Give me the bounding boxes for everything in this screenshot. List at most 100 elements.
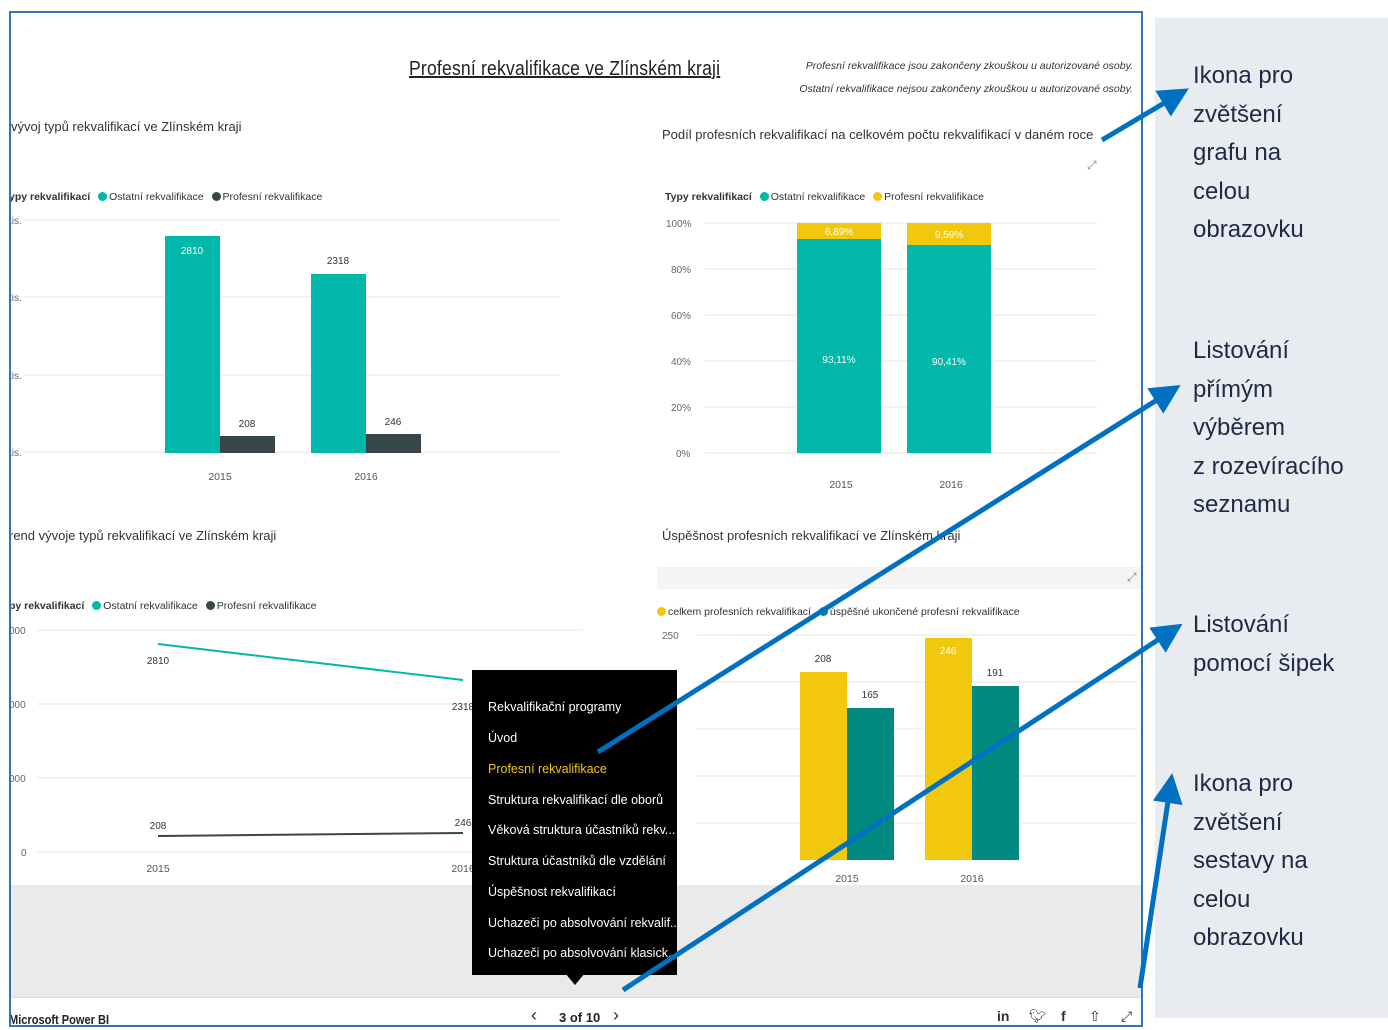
brand-label[interactable]: Microsoft Power BI bbox=[11, 1012, 109, 1025]
x-tick: 2015 bbox=[208, 471, 232, 483]
legend-bottom-right: celkem profesních rekvalifikací úspěšné … bbox=[657, 606, 1020, 618]
legend-dot-teal bbox=[98, 192, 108, 201]
footer-bar: Microsoft Power BI ‹ 3 of 10 › in 🐦︎ f ⇧… bbox=[11, 997, 1141, 1025]
legend-top-left: ypy rekvalifikací Ostatní rekvalifikace … bbox=[9, 191, 323, 203]
bar-uspesne-2015[interactable] bbox=[847, 708, 894, 860]
menu-item-page[interactable]: Uchazeči po absolvování klasick... bbox=[488, 946, 678, 960]
chevron-left-icon[interactable]: ‹ bbox=[531, 1005, 537, 1025]
focus-mode-icon[interactable]: ⤢ bbox=[1127, 570, 1137, 585]
legend-label: Ostatní rekvalifikace bbox=[109, 191, 204, 203]
chart-top-left[interactable]: tis. tis. tis. tis. 2810 2318 208 246 20… bbox=[11, 208, 571, 498]
menu-item-page[interactable]: Uchazeči po absolvování rekvalif... bbox=[488, 916, 680, 930]
share-icon[interactable]: ⇧ bbox=[1089, 1008, 1101, 1025]
x-tick: 2016 bbox=[960, 873, 984, 885]
annotation-dropdown: Listování přímým výběrem z rozevíracího … bbox=[1193, 332, 1344, 525]
annotation-line: Listování bbox=[1193, 337, 1290, 364]
twitter-icon[interactable]: 🐦︎ bbox=[1029, 1008, 1047, 1025]
data-label: 6,89% bbox=[825, 227, 853, 238]
bar-profesni-2016[interactable] bbox=[366, 434, 421, 453]
annotation-line: seznamu bbox=[1193, 491, 1291, 518]
menu-item-page[interactable]: Rekvalifikační programy bbox=[488, 700, 621, 714]
fullscreen-icon[interactable]: ⤢ bbox=[1121, 1008, 1132, 1025]
y-tick: 0 bbox=[21, 848, 27, 859]
legend-dot-yellow bbox=[657, 607, 666, 616]
annotation-line: Ikona pro bbox=[1193, 62, 1294, 89]
x-tick: 2015 bbox=[146, 863, 170, 875]
legend-dot-dark bbox=[211, 192, 221, 201]
linkedin-icon[interactable]: in bbox=[997, 1008, 1009, 1024]
legend-label: Ostatní rekvalifikace bbox=[103, 600, 198, 612]
facebook-icon[interactable]: f bbox=[1061, 1008, 1066, 1024]
bar-ostatni-2016[interactable] bbox=[311, 274, 366, 453]
bar-ostatni-2015[interactable] bbox=[797, 239, 881, 453]
chart-title-bottom-right: Úspěšnost profesních rekvalifikací ve Zl… bbox=[662, 528, 961, 543]
chart-bottom-right[interactable]: 250 208 165 246 191 2015 2016 bbox=[657, 625, 1141, 887]
menu-caret bbox=[565, 973, 585, 985]
chart-top-right[interactable]: 100% 80% 60% 40% 20% 0% 6,89% 9,59% 93,1… bbox=[661, 213, 1111, 493]
legend-label: Profesní rekvalifikace bbox=[884, 191, 984, 203]
y-tick: 000 bbox=[11, 774, 26, 785]
annotation-line: přímým bbox=[1193, 375, 1273, 403]
legend-dot-teal bbox=[92, 601, 102, 610]
menu-item-page[interactable]: Úspěšnost rekvalifikací bbox=[488, 885, 616, 899]
y-tick: 40% bbox=[671, 357, 691, 368]
annotation-arrows: Listování pomocí šipek bbox=[1193, 606, 1334, 683]
line-profesni[interactable] bbox=[157, 832, 464, 837]
y-tick: 250 bbox=[662, 631, 679, 642]
annotation-line: sestavy na bbox=[1193, 847, 1308, 874]
annotation-line: obrazovku bbox=[1193, 216, 1304, 243]
annotation-line: Ikona pro bbox=[1193, 770, 1294, 797]
data-label: 208 bbox=[150, 821, 167, 832]
legend-title: ypy rekvalifikací bbox=[9, 191, 91, 203]
annotation-line: obrazovku bbox=[1193, 924, 1304, 951]
report-note-1: Profesní rekvalifikace jsou zakončeny zk… bbox=[805, 60, 1133, 72]
menu-item-page-active[interactable]: Profesní rekvalifikace bbox=[488, 762, 607, 776]
y-tick: tis. bbox=[11, 216, 22, 227]
data-label: 208 bbox=[239, 419, 256, 430]
annotation-line: Listování bbox=[1193, 611, 1290, 638]
bar-ostatni-2016[interactable] bbox=[907, 245, 991, 453]
y-tick: 0% bbox=[676, 449, 691, 460]
y-tick: tis. bbox=[11, 293, 22, 304]
bar-ostatni-2015[interactable] bbox=[165, 236, 220, 453]
page-indicator[interactable]: 3 of 10 bbox=[559, 1010, 600, 1025]
menu-item-page[interactable]: Úvod bbox=[488, 731, 517, 745]
bar-profesni-2015[interactable] bbox=[220, 436, 275, 453]
report-title: Profesní rekvalifikace ve Zlínském kraji bbox=[409, 58, 721, 80]
y-tick: 000 bbox=[11, 626, 26, 637]
legend-dot-dark bbox=[205, 601, 215, 610]
annotation-line: grafu na bbox=[1193, 139, 1282, 166]
x-tick: 2016 bbox=[354, 471, 378, 483]
legend-dot-teal bbox=[759, 192, 769, 201]
bar-celkem-2016[interactable] bbox=[925, 638, 972, 860]
chevron-right-icon[interactable]: › bbox=[613, 1005, 619, 1025]
data-label: 9,59% bbox=[935, 230, 963, 241]
chart-title-top-left: vývoj typů rekvalifikací ve Zlínském kra… bbox=[11, 119, 242, 134]
x-tick: 2016 bbox=[939, 479, 963, 491]
data-label: 246 bbox=[455, 818, 472, 829]
chart-title-bottom-left: rend vývoje typů rekvalifikací ve Zlínsk… bbox=[9, 528, 277, 543]
data-label: 2318 bbox=[327, 256, 350, 267]
menu-item-page[interactable]: Struktura účastníků dle vzdělání bbox=[488, 854, 666, 868]
legend-title: Typy rekvalifikací bbox=[665, 191, 752, 203]
menu-item-page[interactable]: Věková struktura účastníků rekv... bbox=[488, 823, 675, 837]
legend-label: úspěšné ukončené profesní rekvalifikace bbox=[829, 606, 1020, 618]
line-ostatni[interactable] bbox=[157, 643, 464, 681]
data-label: 191 bbox=[987, 668, 1004, 679]
legend-top-right: Typy rekvalifikací Ostatní rekvalifikace… bbox=[665, 191, 984, 203]
y-tick: 100% bbox=[666, 219, 692, 230]
focus-mode-icon[interactable]: ⤢ bbox=[1087, 158, 1097, 173]
x-tick: 2015 bbox=[829, 479, 853, 491]
legend-label: Profesní rekvalifikace bbox=[222, 191, 323, 203]
page-list-menu: Rekvalifikační programy Úvod Profesní re… bbox=[472, 670, 680, 975]
annotation-line: zvětšení bbox=[1193, 100, 1283, 128]
menu-item-page[interactable]: Struktura rekvalifikací dle oborů bbox=[488, 793, 663, 807]
bar-uspesne-2016[interactable] bbox=[972, 686, 1019, 860]
annotation-line: celou bbox=[1193, 885, 1251, 913]
bar-celkem-2015[interactable] bbox=[800, 672, 847, 860]
y-tick: tis. bbox=[11, 371, 22, 382]
data-label: 90,41% bbox=[932, 357, 966, 368]
annotation-line: celou bbox=[1193, 177, 1251, 205]
data-label: 2810 bbox=[147, 656, 170, 667]
legend-label: Ostatní rekvalifikace bbox=[770, 191, 866, 203]
